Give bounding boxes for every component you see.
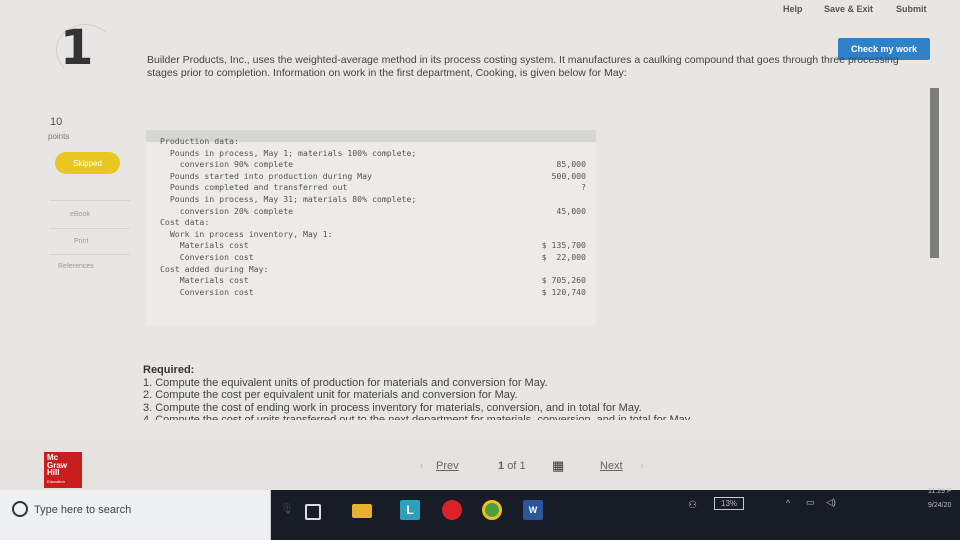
table-row-label: conversion 20% complete [160,205,294,216]
battery-indicator[interactable]: 13% [714,497,745,510]
table-row-label: Pounds started into production during Ma… [160,170,372,181]
required-item: 1. Compute the equivalent units of produ… [143,376,548,389]
table-row-value: 85,000 [556,159,586,170]
scrollbar-thumb[interactable] [930,88,939,258]
volume-icon[interactable]: ◁) [826,497,836,508]
required-heading: Required: [143,364,195,376]
question-intro: Builder Products, Inc., uses the weighte… [147,54,899,79]
submit-link[interactable]: Submit [896,4,927,14]
logo-line: Education [47,478,65,484]
table-row-label: Pounds in process, May 1; materials 100%… [160,147,417,158]
total-pages: 1 [519,460,526,472]
required-item: 2. Compute the cost per equivalent unit … [143,389,518,402]
print-link[interactable]: Print [74,238,88,245]
logo-line: Hill [47,468,60,477]
table-row-label: Cost data: [160,217,210,228]
sidebar-divider [50,228,130,229]
table-row-value: $ 22,000 [541,252,586,262]
people-icon[interactable]: ⚇ [688,500,697,511]
table-row-label: Materials cost [160,275,249,286]
network-icon[interactable]: ▭ [806,497,815,508]
table-row-value: $ 705,260 [541,275,586,286]
save-exit-link[interactable]: Save & Exit [824,4,873,14]
search-input[interactable]: Type here to search [34,504,131,516]
app-l-icon[interactable]: L [400,500,420,520]
current-page: 1 [498,460,505,472]
page-of-label: of [507,460,517,472]
table-row-label: Pounds completed and transferred out [160,182,348,193]
tray-chevron-icon[interactable]: ^ [786,498,790,508]
table-row-value: 45,000 [556,205,586,216]
file-explorer-icon[interactable] [352,504,372,518]
table-row-value: $ 135,700 [541,240,586,251]
table-row-label: Conversion cost [160,286,254,297]
ebook-link[interactable]: eBook [70,211,90,218]
table-row-value: $ 120,740 [541,286,586,297]
publisher-logo: Mc Graw Hill Education [44,452,82,488]
status-badge: Skipped [55,152,120,174]
search-circle-icon [12,501,28,517]
required-item: 4. Compute the cost of units transferred… [143,414,693,421]
sidebar-divider [50,200,130,201]
sidebar-divider [50,254,130,255]
top-bar: Help Save & Exit Submit [0,0,960,24]
word-icon[interactable]: W [523,500,543,520]
opera-icon[interactable] [442,500,462,520]
next-chevron-icon[interactable]: › [640,460,644,472]
table-row-label: Cost added during May: [160,263,269,274]
table-row-value: ? [581,182,586,193]
table-row-label: Pounds in process, May 31; materials 80%… [160,194,417,204]
prev-button[interactable]: Prev [436,460,459,472]
table-row-label: Production data: [160,136,239,146]
question-number: 1 [60,20,94,76]
references-link[interactable]: References [58,263,94,270]
clock-date[interactable]: 9/24/20 [928,502,951,509]
table-row-label: Work in process inventory, May 1: [160,228,333,239]
table-row-label: conversion 90% complete [160,159,294,170]
points-value: 10 [50,116,63,128]
chrome-icon[interactable] [482,500,502,520]
microphone-icon[interactable]: 🎙 [280,502,294,515]
grid-view-icon[interactable]: ▦ [552,458,564,474]
next-button[interactable]: Next [600,460,623,472]
help-link[interactable]: Help [783,4,803,14]
required-item: 3. Compute the cost of ending work in pr… [143,401,642,414]
page-indicator: 1 of 1 [498,460,526,472]
points-label: points [48,132,70,141]
table-row-value: 500,000 [551,170,586,181]
clock-time[interactable]: 11:29 P [928,488,952,495]
prev-chevron-icon[interactable]: ‹ [420,460,424,472]
required-section: Required: 1. Compute the equivalent unit… [143,364,923,420]
bottom-navigation [0,440,960,490]
table-row-label: Conversion cost [160,252,254,262]
task-view-icon[interactable] [305,504,321,520]
table-row-label: Materials cost [160,240,249,251]
